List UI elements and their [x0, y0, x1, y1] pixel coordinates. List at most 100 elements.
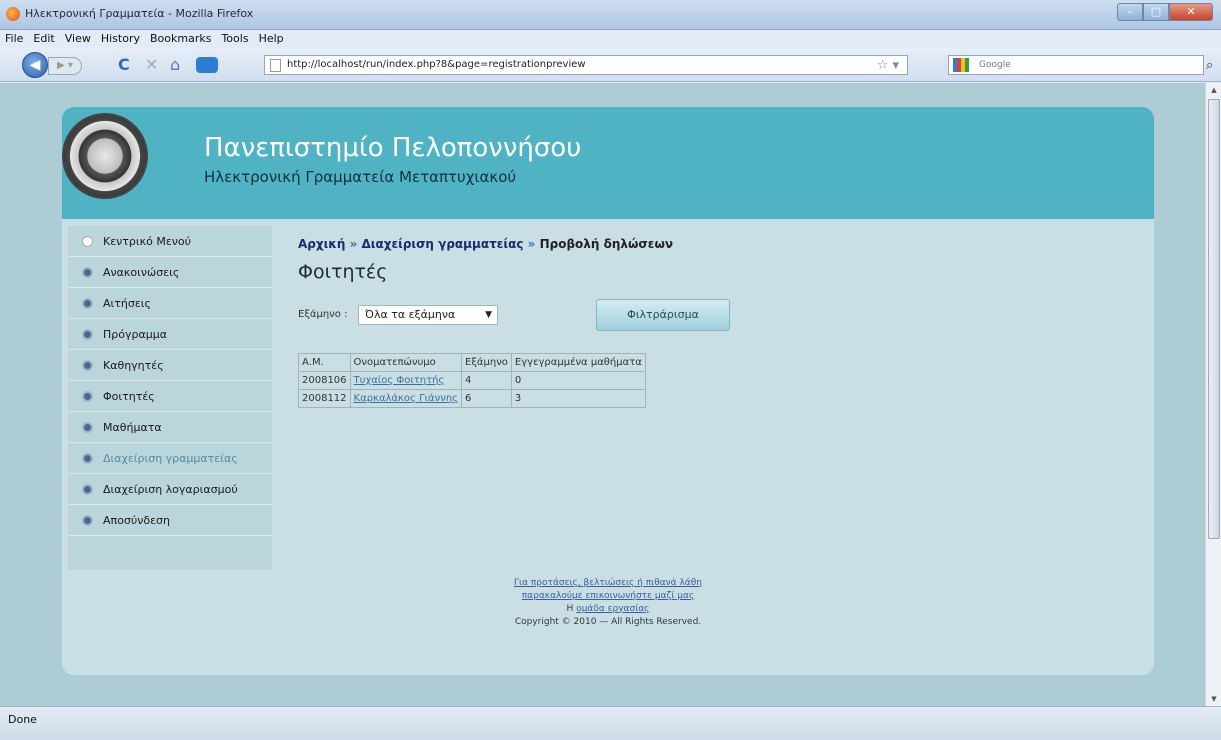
sidebar-item-label: Διαχείριση λογαριασμού	[103, 482, 238, 496]
bullet-icon	[82, 266, 93, 278]
bullet-icon	[82, 297, 93, 309]
main-content: Αρχική » Διαχείριση γραμματείας » Προβολ…	[298, 237, 1138, 408]
bullet-icon	[82, 421, 93, 433]
breadcrumb-current: Προβολή δηλώσεων	[539, 237, 674, 251]
menu-edit[interactable]: Edit	[33, 30, 54, 48]
sidebar-item-students[interactable]: Φοιτητές	[68, 381, 272, 412]
bullet-icon	[82, 359, 93, 371]
cell-am: 2008112	[298, 389, 351, 408]
search-input[interactable]: Google	[948, 55, 1204, 75]
cell-enrolled: 3	[510, 389, 646, 408]
site-subtitle: Ηλεκτρονική Γραμματεία Μεταπτυχιακού	[204, 168, 517, 186]
copyright-text: Copyright © 2010 — All Rights Reserved.	[514, 617, 702, 627]
bullet-icon	[82, 452, 93, 464]
forward-button[interactable]: ▶ ▾	[48, 57, 82, 75]
breadcrumb-separator: »	[527, 237, 536, 251]
site-footer: Για προτάσεις, βελτιώσεις ή πιθανά λάθη …	[62, 577, 1154, 629]
cell-semester: 6	[461, 389, 512, 408]
students-table: Α.Μ. Ονοματεπώνυμο Εξάμηνο Εγγεγραμμένα …	[298, 353, 646, 408]
scroll-up-icon[interactable]: ▲	[1209, 86, 1219, 94]
site-title: Πανεπιστημίο Πελοποννήσου	[204, 133, 582, 163]
page-icon	[270, 59, 281, 72]
sidebar-item-label: Καθηγητές	[103, 358, 164, 372]
url-text: http://localhost/run/index.php?8&page=re…	[287, 59, 586, 70]
menu-view[interactable]: View	[65, 30, 91, 48]
window-titlebar: Ηλεκτρονική Γραμματεία - Mozilla Firefox…	[0, 0, 1221, 30]
status-bar: Done	[0, 706, 1221, 740]
semester-selected: Όλα τα εξάμηνα	[365, 308, 456, 321]
cell-name: Καρκαλάκος Γιάννης	[349, 389, 463, 408]
breadcrumb-home[interactable]: Αρχική	[298, 237, 345, 251]
stop-icon[interactable]: ✕	[145, 56, 158, 74]
footer-link-contact[interactable]: παρακαλούμε επικοινωνήστε μαζί μας	[522, 591, 694, 601]
sidebar-item-professors[interactable]: Καθηγητές	[68, 350, 272, 381]
url-bar[interactable]: http://localhost/run/index.php?8&page=re…	[264, 55, 908, 75]
star-icon[interactable]: ☆ ▾	[877, 57, 899, 75]
sidebar-item-logout[interactable]: Αποσύνδεση	[68, 505, 272, 536]
reload-icon[interactable]: C	[118, 56, 130, 74]
sidebar-item-label: Αιτήσεις	[103, 296, 151, 310]
firefox-icon	[6, 7, 20, 21]
student-link[interactable]: Καρκαλάκος Γιάννης	[354, 393, 458, 404]
breadcrumb-secretariat[interactable]: Διαχείριση γραμματείας	[362, 237, 524, 251]
search-icon[interactable]: ⌕	[1206, 58, 1213, 73]
sidebar-item-main-menu[interactable]: Κεντρικό Μενού	[68, 226, 272, 257]
sidebar-item-label: Πρόγραμμα	[103, 327, 167, 341]
home-icon[interactable]: ⌂	[170, 56, 180, 74]
sidebar-item-secretariat[interactable]: Διαχείριση γραμματείας	[68, 443, 272, 474]
menu-bar: File Edit View History Bookmarks Tools H…	[0, 30, 1221, 48]
bullet-icon	[82, 235, 93, 247]
breadcrumb: Αρχική » Διαχείριση γραμματείας » Προβολ…	[298, 237, 1138, 255]
sidebar-item-label: Ανακοινώσεις	[103, 265, 180, 279]
filter-row: Εξάμηνο : Όλα τα εξάμηνα ▼ Φιλτράρισμα	[298, 299, 998, 333]
minimize-button[interactable]: –	[1117, 3, 1143, 21]
footer-link-team[interactable]: ομάδα εργασίας	[576, 604, 649, 614]
search-placeholder: Google	[979, 60, 1011, 70]
maximize-button[interactable]: □	[1143, 3, 1169, 21]
window-title: Ηλεκτρονική Γραμματεία - Mozilla Firefox	[25, 7, 254, 20]
page-title: Φοιτητές	[298, 261, 388, 283]
bullet-icon	[82, 328, 93, 340]
site-header: Πανεπιστημίο Πελοποννήσου Ηλεκτρονική Γρ…	[62, 107, 1154, 219]
cell-semester: 4	[461, 371, 512, 390]
menu-file[interactable]: File	[5, 30, 23, 48]
menu-tools[interactable]: Tools	[221, 30, 248, 48]
semester-select[interactable]: Όλα τα εξάμηνα ▼	[358, 305, 498, 325]
table-row: 2008106 Τυχαίος Φοιτητής 4 0	[298, 371, 646, 390]
sidebar-item-applications[interactable]: Αιτήσεις	[68, 288, 272, 319]
bullet-icon	[82, 483, 93, 495]
cell-name: Τυχαίος Φοιτητής	[349, 371, 463, 390]
scroll-down-icon[interactable]: ▼	[1209, 695, 1219, 703]
bookmark-icon[interactable]	[196, 57, 218, 73]
google-icon	[953, 58, 969, 72]
navigation-toolbar: ◀ ▶ ▾ C ✕ ⌂ http://localhost/run/index.p…	[0, 48, 1221, 82]
footer-link-suggestions[interactable]: Για προτάσεις, βελτιώσεις ή πιθανά λάθη	[514, 578, 702, 588]
vertical-scrollbar[interactable]: ▲ ▼	[1205, 83, 1221, 706]
close-button[interactable]: ✕	[1169, 3, 1213, 21]
sidebar-menu: Κεντρικό Μενού Ανακοινώσεις Αιτήσεις Πρό…	[68, 226, 272, 570]
back-button[interactable]: ◀	[22, 52, 48, 78]
menu-history[interactable]: History	[101, 30, 140, 48]
sidebar-item-label: Φοιτητές	[103, 389, 155, 403]
col-header-semester: Εξάμηνο	[461, 353, 512, 372]
sidebar-item-program[interactable]: Πρόγραμμα	[68, 319, 272, 350]
university-logo	[62, 113, 148, 199]
col-header-am: Α.Μ.	[298, 353, 351, 372]
sidebar-item-label: Αποσύνδεση	[103, 513, 170, 527]
sidebar-item-courses[interactable]: Μαθήματα	[68, 412, 272, 443]
menu-help[interactable]: Help	[259, 30, 284, 48]
col-header-enrolled: Εγγεγραμμένα μαθήματα	[510, 353, 646, 372]
dropdown-arrow-icon: ▼	[485, 310, 492, 320]
cell-enrolled: 0	[510, 371, 646, 390]
semester-label: Εξάμηνο :	[298, 309, 348, 320]
menu-bookmarks[interactable]: Bookmarks	[150, 30, 211, 48]
footer-prefix: Η	[566, 604, 574, 614]
cell-am: 2008106	[298, 371, 351, 390]
scrollbar-thumb[interactable]	[1208, 99, 1220, 539]
student-link[interactable]: Τυχαίος Φοιτητής	[354, 375, 445, 386]
sidebar-item-account[interactable]: Διαχείριση λογαριασμού	[68, 474, 272, 505]
sidebar-item-announcements[interactable]: Ανακοινώσεις	[68, 257, 272, 288]
filter-button[interactable]: Φιλτράρισμα	[596, 299, 730, 331]
window-controls: – □ ✕	[1117, 3, 1213, 23]
bullet-icon	[82, 514, 93, 526]
